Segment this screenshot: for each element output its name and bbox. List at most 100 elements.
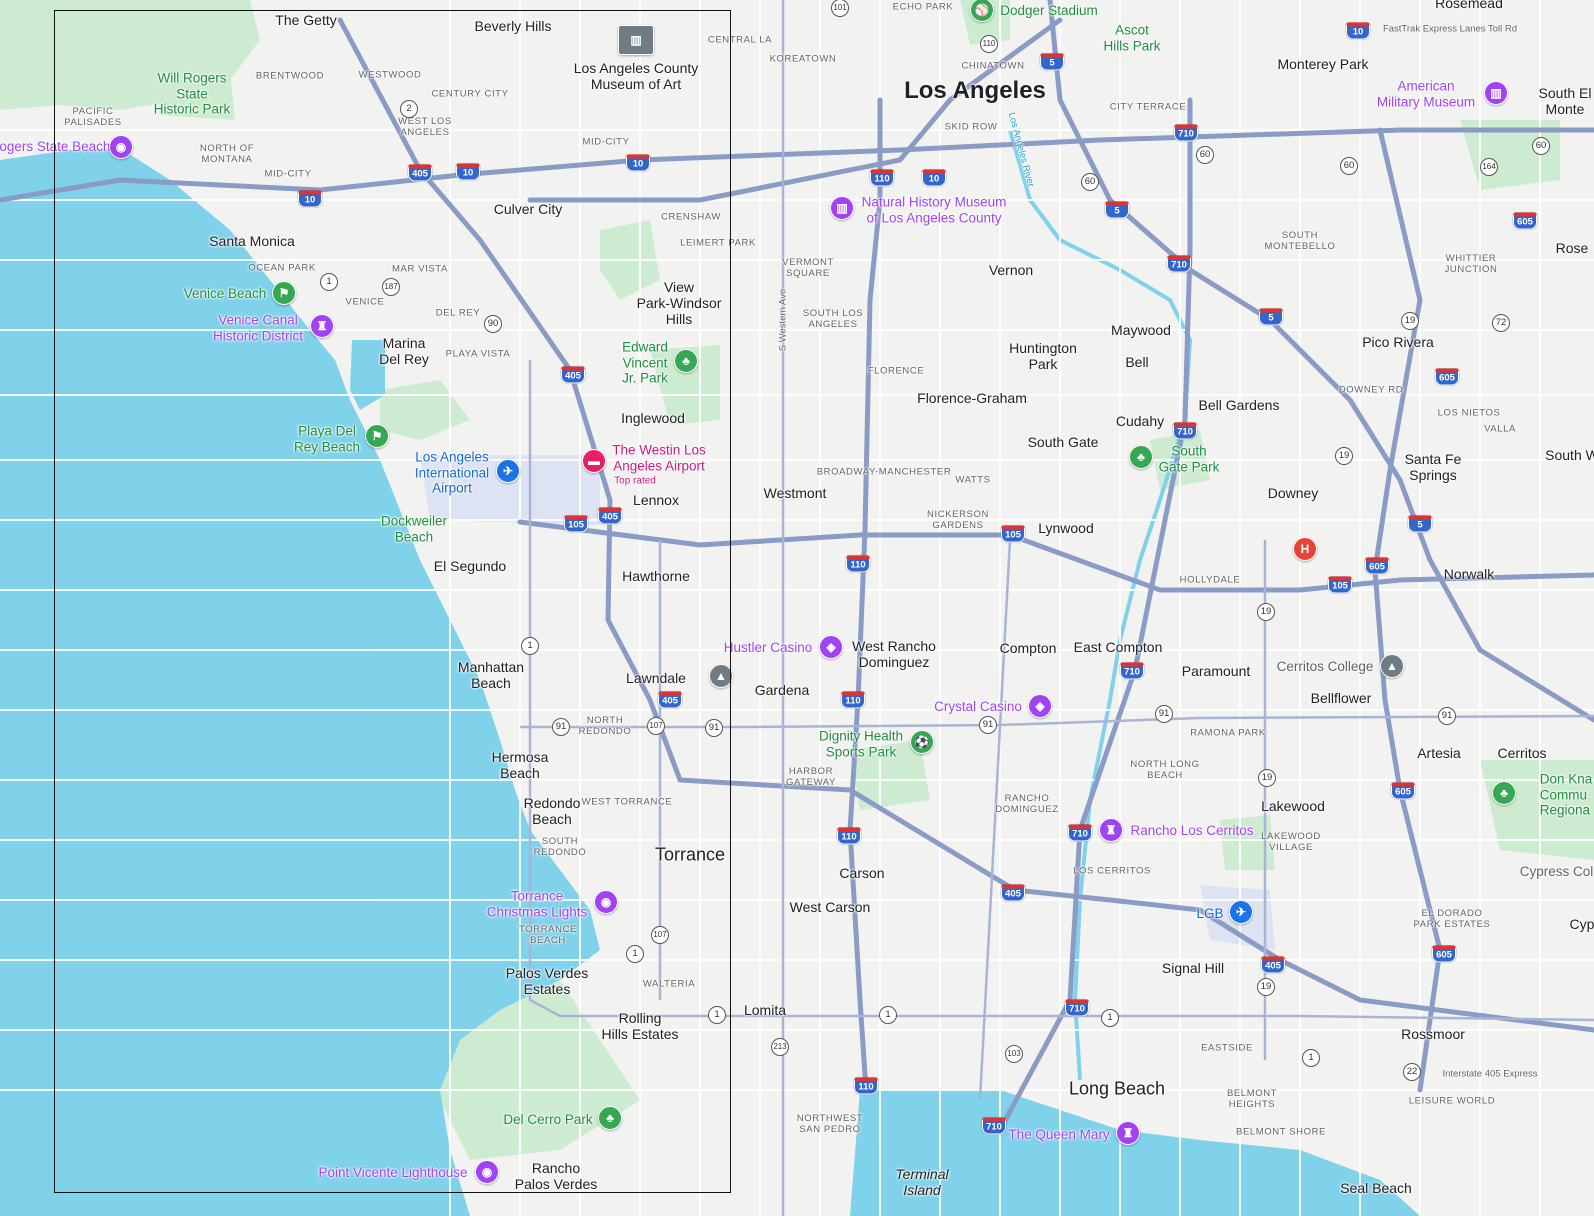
label-marina-del-rey: Marina Del Rey	[379, 334, 429, 367]
label-westwood: WESTWOOD	[358, 69, 422, 81]
park-icon[interactable]: ♣	[1129, 445, 1153, 469]
label-cudahy: Cudahy	[1115, 412, 1165, 429]
route-91-marker: 91	[979, 716, 997, 734]
label-monterey-park: Monterey Park	[1277, 55, 1369, 72]
interstate-5-shield: 5	[1105, 201, 1129, 219]
route-91-marker: 91	[1438, 707, 1456, 725]
museum-icon[interactable]: ▥	[618, 25, 654, 55]
interstate-110-shield: 110	[846, 555, 870, 573]
interstate-10-shield: 10	[922, 169, 946, 187]
label-torrance-beach: TORRANCE BEACH	[519, 924, 577, 946]
label-valla: VALLA	[1484, 423, 1516, 435]
route-1-marker: 1	[708, 1006, 726, 1024]
route-1-marker: 1	[879, 1006, 897, 1024]
casino-icon[interactable]: ◈	[1028, 694, 1052, 718]
map-canvas[interactable]	[0, 0, 1594, 1216]
route-22-marker: 22	[1403, 1063, 1421, 1081]
label-west-rancho: West Rancho Dominguez	[852, 637, 936, 670]
label-santa-fe-springs: Santa Fe Springs	[1404, 450, 1462, 483]
label-nickerson-gardens: NICKERSON GARDENS	[927, 509, 989, 531]
label-vernon: Vernon	[988, 261, 1034, 278]
label-bell-gardens: Bell Gardens	[1198, 396, 1280, 413]
label-bell: Bell	[1125, 353, 1149, 370]
museum-icon[interactable]: ▥	[830, 196, 854, 220]
label-el-dorado: EL DORADO PARK ESTATES	[1413, 908, 1491, 930]
park-icon[interactable]: ♣	[598, 1106, 622, 1130]
interstate-605-shield: 605	[1391, 782, 1415, 800]
interstate-605-shield: 605	[1365, 557, 1389, 575]
label-venice: VENICE	[345, 296, 385, 308]
label-terminal-island: Terminal Island	[895, 1165, 949, 1198]
label-los-angeles: Los Angeles	[904, 77, 1046, 105]
stadium-icon[interactable]: ⚽	[910, 730, 934, 754]
label-rogers-state-beach: Rogers State Beach	[0, 139, 111, 155]
label-south-el-monte: South El Monte	[1538, 84, 1592, 117]
landmark-icon[interactable]: ◉	[594, 890, 618, 914]
label-rosemead: Rosemead	[1435, 0, 1503, 11]
school-icon[interactable]: ▲	[709, 664, 733, 688]
label-venice-beach: Venice Beach	[183, 286, 267, 302]
label-west-torrance: WEST TORRANCE	[581, 796, 673, 808]
interstate-605-shield: 605	[1435, 368, 1459, 386]
lighthouse-icon[interactable]: ◉	[475, 1160, 499, 1184]
school-icon[interactable]: ▲	[1380, 654, 1404, 678]
label-gardena: Gardena	[754, 681, 810, 698]
airport-icon[interactable]: ✈	[1229, 900, 1253, 924]
route-107-marker: 107	[651, 926, 669, 944]
interstate-110-shield: 110	[837, 827, 861, 845]
label-lgb: LGB	[1196, 906, 1224, 922]
landmark-icon[interactable]: ♜	[310, 314, 334, 338]
label-skid-row: SKID ROW	[944, 121, 998, 133]
label-santa-monica: Santa Monica	[209, 232, 295, 249]
label-carson: Carson	[839, 864, 885, 881]
interstate-405-shield: 405	[408, 164, 432, 182]
label-south-gate: South Gate	[1027, 433, 1099, 450]
label-lawndale: Lawndale	[626, 669, 686, 686]
casino-icon[interactable]: ◈	[819, 635, 843, 659]
interstate-605-shield: 605	[1513, 212, 1537, 230]
route-90-marker: 90	[484, 315, 502, 333]
interstate-605-shield: 605	[1432, 945, 1456, 963]
label-will-rogers: Will Rogers State Historic Park	[153, 70, 231, 117]
label-hollydale: HOLLYDALE	[1179, 574, 1241, 586]
landmark-icon[interactable]: ♜	[1099, 818, 1123, 842]
route-60-marker: 60	[1196, 146, 1214, 164]
label-don-knabe: Don Kna Commu Regiona	[1539, 771, 1593, 818]
interstate-710-shield: 710	[1173, 422, 1197, 440]
interstate-710-shield: 710	[1065, 999, 1089, 1017]
label-east-compton: East Compton	[1073, 638, 1163, 655]
route-91-marker: 91	[705, 719, 723, 737]
label-pacific-palisades: PACIFIC PALISADES	[64, 106, 122, 128]
label-paramount: Paramount	[1181, 662, 1251, 679]
interstate-405-shield: 405	[1001, 884, 1025, 902]
beach-icon[interactable]: ⚑	[365, 424, 389, 448]
park-icon[interactable]: ♣	[1492, 781, 1516, 805]
interstate-710-shield: 710	[1167, 255, 1191, 273]
beach-icon[interactable]: ⚑	[272, 281, 296, 305]
label-florence-graham: Florence-Graham	[917, 389, 1027, 406]
label-mar-vista: MAR VISTA	[392, 263, 448, 275]
label-south-gate-park: South Gate Park	[1158, 443, 1220, 474]
landmark-icon[interactable]: ♜	[1116, 1121, 1140, 1145]
hotel-icon[interactable]: ▬	[582, 449, 606, 473]
route-91-marker: 91	[552, 718, 570, 736]
label-ramona-park: RAMONA PARK	[1190, 727, 1266, 739]
route-2-marker: 2	[400, 100, 418, 118]
park-icon[interactable]: ♣	[674, 349, 698, 373]
label-west-la: WEST LOS ANGELES	[398, 116, 452, 138]
label-venice-canal: Venice Canal Historic District	[213, 312, 303, 343]
label-koreatown: KOREATOWN	[769, 53, 837, 65]
route-187-marker: 187	[382, 278, 400, 296]
landmark-icon[interactable]: ◉	[109, 135, 133, 159]
label-beverly-hills: Beverly Hills	[474, 17, 552, 34]
route-110-marker: 110	[980, 35, 998, 53]
label-lakewood: Lakewood	[1261, 797, 1325, 814]
label-queen-mary: The Queen Mary	[1008, 1127, 1110, 1143]
label-el-segundo: El Segundo	[433, 557, 507, 574]
museum-icon[interactable]: ▥	[1484, 81, 1508, 105]
interstate-5-shield: 5	[1408, 515, 1432, 533]
route-19-marker: 19	[1257, 978, 1275, 996]
label-bellflower: Bellflower	[1310, 689, 1372, 706]
airport-icon[interactable]: ✈	[496, 459, 520, 483]
hospital-icon[interactable]: H	[1293, 537, 1317, 561]
